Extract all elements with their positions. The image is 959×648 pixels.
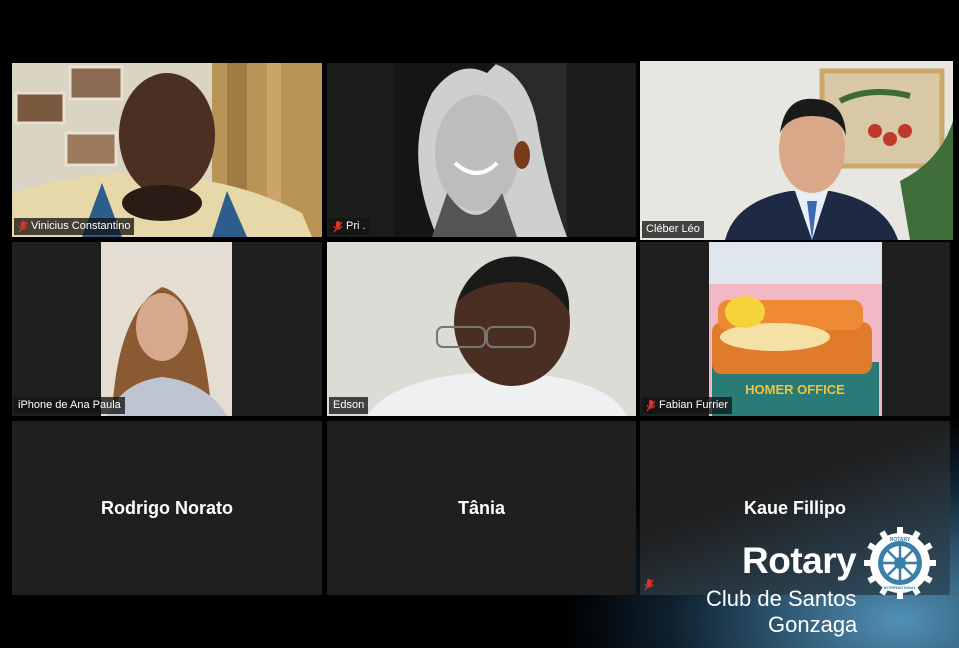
wheel-text-top: ROTARY [890,537,911,543]
muted-mic-icon [333,220,343,232]
participant-name: Edson [333,399,365,411]
video-tile-tania[interactable]: Tânia [327,421,636,595]
participant-name: Pri . [346,220,366,232]
participant-video [12,242,322,416]
rotary-wheel-icon: ROTARY INTERNATIONAL [864,527,936,599]
name-tag: Vinicius Constantino [14,218,135,235]
video-tile-fabian[interactable]: HOMER OFFICE Fabian Furrier [640,242,950,416]
participant-video [327,63,636,237]
name-tag: iPhone de Ana Paula [14,397,125,414]
participant-name: iPhone de Ana Paula [18,399,121,411]
name-tag: Edson [329,397,369,414]
rotary-club-subtitle: Gonzaga [768,612,858,637]
rotary-logo: Rotary Club de Santos Gonzaga ROTARY INT… [700,522,945,642]
name-tag: Pri . [329,218,370,235]
video-tile-cleber[interactable]: Cléber Léo [640,61,953,240]
wheel-text-bottom: INTERNATIONAL [884,585,917,590]
name-tag: Fabian Furrier [642,397,733,414]
video-tile-ana-paula[interactable]: iPhone de Ana Paula [12,242,322,416]
video-tile-rodrigo[interactable]: Rodrigo Norato [12,421,322,595]
muted-mic-icon [646,399,656,411]
participant-name: Vinicius Constantino [31,220,131,232]
participant-video [327,242,636,416]
muted-mic-icon [644,579,654,591]
background-caption: HOMER OFFICE [745,382,845,397]
muted-mic-icon [18,220,28,232]
rotary-title: Rotary [742,540,857,581]
participant-name: Rodrigo Norato [101,497,233,518]
rotary-club-name: Club de Santos [706,586,857,611]
participant-video [640,61,953,240]
video-tile-pri[interactable]: Pri . [327,63,636,237]
participant-video: HOMER OFFICE [640,242,950,416]
video-tile-edson[interactable]: Edson [327,242,636,416]
participant-video [12,63,322,237]
video-tile-vinicius[interactable]: Vinicius Constantino [12,63,322,237]
participant-name: Cléber Léo [646,223,700,235]
participant-name: Tânia [457,497,505,518]
participant-name: Fabian Furrier [659,399,729,411]
name-tag: Cléber Léo [642,221,704,238]
